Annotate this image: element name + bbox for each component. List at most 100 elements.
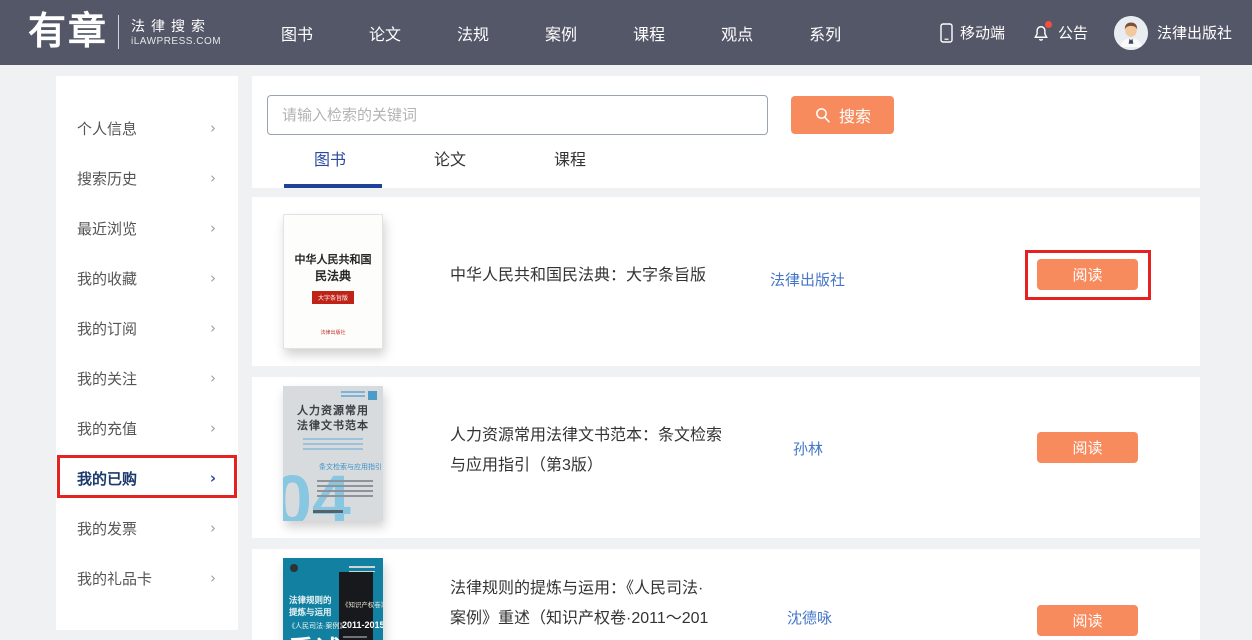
sidebar-item-purchased[interactable]: 我的已购 ›	[56, 453, 238, 503]
sidebar-item-label: 个人信息	[77, 118, 137, 139]
search-input[interactable]	[267, 95, 768, 135]
nav-link-papers[interactable]: 论文	[369, 21, 401, 45]
sidebar-item-label: 最近浏览	[77, 218, 137, 239]
chevron-right-icon: ›	[210, 419, 216, 437]
top-navbar: 有章 法律搜索 iLAWPRESS.COM 图书 论文 法规 案例 课程 观点 …	[0, 0, 1252, 65]
cover-title-line: 中华人民共和国	[284, 251, 382, 267]
nav-link-series[interactable]: 系列	[809, 21, 841, 45]
sidebar-item-invoices[interactable]: 我的发票 ›	[56, 503, 238, 553]
mobile-app-link[interactable]: 移动端	[940, 22, 1005, 43]
book-byline-link[interactable]: 法律出版社	[770, 269, 845, 290]
nav-link-courses[interactable]: 课程	[633, 21, 665, 45]
cover-publisher-mark	[313, 510, 343, 513]
chevron-right-icon: ›	[210, 369, 216, 387]
announcements-link[interactable]: 公告	[1031, 22, 1088, 43]
sidebar-item-label: 我的已购	[77, 468, 137, 489]
tab-books[interactable]: 图书	[314, 146, 346, 170]
sidebar-item-search-history[interactable]: 搜索历史 ›	[56, 153, 238, 203]
bell-icon	[1031, 23, 1051, 43]
chevron-right-icon: ›	[210, 519, 216, 537]
sidebar-item-recharge[interactable]: 我的充值 ›	[56, 403, 238, 453]
sidebar-item-favorites[interactable]: 我的收藏 ›	[56, 253, 238, 303]
book-cover-restatement[interactable]: 法律规则的 提炼与运用 《人民司法·案例》 重述 《知识产权卷》 2011-20…	[283, 558, 383, 640]
search-icon	[814, 106, 832, 124]
book-row: 法律规则的 提炼与运用 《人民司法·案例》 重述 《知识产权卷》 2011-20…	[252, 549, 1200, 640]
book-cover-civil-code[interactable]: 中华人民共和国 民法典 大字条旨版 法律出版社	[283, 214, 383, 349]
active-tab-underline	[284, 184, 382, 188]
cover-decorative-lines	[317, 480, 373, 497]
chevron-right-icon: ›	[210, 119, 216, 137]
nav-link-cases[interactable]: 案例	[545, 21, 577, 45]
cover-title-line: 法律规则的	[289, 594, 332, 606]
page: 有章 法律搜索 iLAWPRESS.COM 图书 论文 法规 案例 课程 观点 …	[0, 0, 1252, 640]
read-button[interactable]: 阅读	[1037, 605, 1138, 636]
chevron-right-icon: ›	[210, 269, 216, 287]
book-title-link[interactable]: 人力资源常用法律文书范本：条文检索 与应用指引（第3版）	[450, 421, 722, 481]
book-title-link[interactable]: 中华人民共和国民法典：大字条旨版	[450, 261, 706, 291]
sidebar-item-gift-cards[interactable]: 我的礼品卡 ›	[56, 553, 238, 603]
account-sidebar: 个人信息 › 搜索历史 › 最近浏览 › 我的收藏 › 我的订阅 › 我的关注 …	[56, 76, 238, 630]
read-button[interactable]: 阅读	[1037, 432, 1138, 463]
cover-title-line: 民法典	[284, 267, 382, 284]
sidebar-item-label: 我的发票	[77, 518, 137, 539]
cover-volume-label: 《知识产权卷》	[342, 600, 383, 609]
cover-badge: 大字条旨版	[312, 291, 354, 304]
chevron-right-icon: ›	[210, 319, 216, 337]
chevron-right-icon: ›	[210, 469, 216, 487]
nav-link-regulations[interactable]: 法规	[457, 21, 489, 45]
announcements-label: 公告	[1058, 22, 1088, 43]
logo-tagline: 法律搜索 iLAWPRESS.COM	[131, 17, 221, 48]
sidebar-item-label: 我的关注	[77, 368, 137, 389]
cover-subtitle: 条文检索与应用指引	[319, 462, 382, 472]
chevron-right-icon: ›	[210, 169, 216, 187]
logo-text: 有章	[28, 8, 108, 56]
site-logo[interactable]: 有章 法律搜索 iLAWPRESS.COM	[28, 8, 221, 56]
sidebar-item-label: 我的充值	[77, 418, 137, 439]
logo-tagline-cn: 法律搜索	[131, 17, 221, 35]
tab-papers[interactable]: 论文	[434, 146, 466, 170]
username: 法律出版社	[1157, 22, 1232, 43]
sidebar-item-label: 我的礼品卡	[77, 568, 152, 589]
book-row: 中华人民共和国 民法典 大字条旨版 法律出版社 中华人民共和国民法典：大字条旨版…	[252, 197, 1200, 366]
sidebar-item-profile[interactable]: 个人信息 ›	[56, 103, 238, 153]
logo-tagline-en: iLAWPRESS.COM	[131, 35, 221, 48]
search-button[interactable]: 搜索	[791, 96, 894, 134]
cover-corner-logo	[290, 564, 298, 572]
nav-link-books[interactable]: 图书	[281, 21, 313, 45]
book-title-line1: 中华人民共和国民法典：大字条旨版	[450, 261, 706, 291]
sidebar-item-label: 我的订阅	[77, 318, 137, 339]
search-panel: 搜索 图书 论文 课程	[252, 76, 1200, 188]
book-byline-link[interactable]: 孙林	[793, 438, 823, 459]
book-title-line2: 案例》重述（知识产权卷·2011～201	[450, 604, 708, 634]
sidebar-item-recently-viewed[interactable]: 最近浏览 ›	[56, 203, 238, 253]
cover-decorative-lines	[349, 566, 375, 572]
notification-dot	[1045, 21, 1052, 28]
book-cover-hr-documents[interactable]: 人力资源常用 法律文书范本 04 条文检索与应用指引	[283, 386, 383, 521]
book-row: 人力资源常用 法律文书范本 04 条文检索与应用指引 人力资源常用法律文书范本：…	[252, 377, 1200, 538]
cover-decorative-lines	[303, 438, 363, 450]
logo-divider	[118, 15, 119, 49]
search-button-label: 搜索	[839, 103, 871, 127]
book-byline-link[interactable]: 沈德咏	[787, 607, 832, 628]
primary-nav: 图书 论文 法规 案例 课程 观点 系列	[281, 0, 841, 65]
sidebar-item-following[interactable]: 我的关注 ›	[56, 353, 238, 403]
cover-corner-logo	[341, 391, 377, 400]
navbar-right: 移动端 公告	[940, 0, 1232, 65]
cover-main-word: 重述	[288, 630, 344, 640]
nav-link-opinions[interactable]: 观点	[721, 21, 753, 45]
tab-courses[interactable]: 课程	[554, 146, 586, 170]
chevron-right-icon: ›	[210, 569, 216, 587]
mobile-app-label: 移动端	[960, 22, 1005, 43]
mobile-phone-icon	[940, 23, 953, 43]
cover-title-line: 提炼与运用	[289, 606, 332, 618]
content-tabs: 图书 论文 课程	[252, 136, 1200, 188]
sidebar-item-subscriptions[interactable]: 我的订阅 ›	[56, 303, 238, 353]
cover-publisher-mark: 法律出版社	[284, 329, 382, 336]
user-menu[interactable]: 法律出版社	[1114, 16, 1232, 50]
book-title-link[interactable]: 法律规则的提炼与运用：《人民司法· 案例》重述（知识产权卷·2011～201	[450, 574, 708, 634]
read-button[interactable]: 阅读	[1037, 259, 1138, 290]
cover-title-line: 人力资源常用 法律文书范本	[283, 404, 383, 434]
book-title-line1: 法律规则的提炼与运用：《人民司法·	[450, 574, 708, 604]
cover-years-label: 2011-2015	[342, 620, 383, 630]
chevron-right-icon: ›	[210, 219, 216, 237]
